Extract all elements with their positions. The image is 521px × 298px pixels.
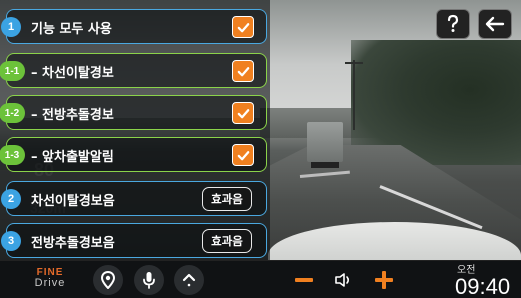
label-forward-collision-warning: – 전방추돌경보 bbox=[31, 108, 114, 123]
row-forward-collision-warning[interactable]: 1-2 – 전방추돌경보 bbox=[0, 95, 267, 130]
badge-1-3: 1-3 bbox=[0, 145, 25, 165]
row-front-car-departure-alert[interactable]: 1-3 – 앞차출발알림 bbox=[0, 137, 267, 172]
badge-1-1: 1-1 bbox=[0, 61, 25, 81]
badge-1-2: 1-2 bbox=[0, 103, 25, 123]
label-forward-collision-sound: 전방추돌경보음 bbox=[31, 236, 115, 251]
row-all-features[interactable]: 1 기능 모두 사용 bbox=[1, 9, 267, 44]
bottom-bar: FINE Drive 오전 09:40 bbox=[0, 260, 521, 298]
check-icon bbox=[237, 66, 249, 76]
fine-drive-logo: FINE Drive bbox=[34, 267, 66, 289]
checkbox-all-features[interactable] bbox=[232, 16, 254, 38]
speaker-icon bbox=[335, 273, 350, 287]
label-all-features: 기능 모두 사용 bbox=[31, 22, 112, 37]
volume-up-button[interactable] bbox=[373, 269, 395, 291]
row-lane-departure-warning[interactable]: 1-1 – 차선이탈경보 bbox=[0, 53, 267, 88]
back-arrow-icon bbox=[485, 16, 505, 32]
row-lane-departure-sound: 2 차선이탈경보음 효과음 bbox=[1, 181, 267, 216]
question-icon bbox=[447, 14, 459, 32]
volume-indicator bbox=[333, 269, 355, 291]
label-lane-departure-sound: 차선이탈경보음 bbox=[31, 194, 115, 209]
location-button[interactable] bbox=[93, 265, 123, 295]
back-button[interactable] bbox=[478, 9, 512, 39]
check-icon bbox=[237, 108, 249, 118]
plus-icon bbox=[375, 271, 393, 289]
chevron-up-icon bbox=[182, 273, 196, 287]
settings-panel: 1 기능 모두 사용 1-1 – 차선이탈경보 1-2 – 전방추돌경보 1-3… bbox=[0, 0, 270, 260]
effect-sound-button-collision[interactable]: 효과음 bbox=[202, 229, 252, 253]
expand-up-button[interactable] bbox=[174, 265, 204, 295]
checkbox-forward-collision-warning[interactable] bbox=[232, 102, 254, 124]
voice-button[interactable] bbox=[134, 265, 164, 295]
check-icon bbox=[237, 150, 249, 160]
volume-down-button[interactable] bbox=[293, 269, 315, 291]
clock-time: 09:40 bbox=[455, 274, 511, 298]
badge-2: 2 bbox=[1, 189, 21, 209]
help-button[interactable] bbox=[436, 9, 470, 39]
truck-ahead bbox=[307, 122, 343, 168]
label-front-car-departure-alert: – 앞차출발알림 bbox=[31, 150, 114, 165]
badge-1: 1 bbox=[1, 17, 21, 37]
badge-3: 3 bbox=[1, 231, 21, 251]
location-pin-icon bbox=[101, 271, 115, 289]
effect-sound-button-lane[interactable]: 효과음 bbox=[202, 187, 252, 211]
clock: 오전 09:40 bbox=[455, 261, 517, 298]
microphone-icon bbox=[143, 272, 155, 289]
label-lane-departure-warning: – 차선이탈경보 bbox=[31, 66, 114, 81]
minus-icon bbox=[295, 278, 313, 282]
check-icon bbox=[237, 22, 249, 32]
checkbox-front-car-departure-alert[interactable] bbox=[232, 144, 254, 166]
row-forward-collision-sound: 3 전방추돌경보음 효과음 bbox=[1, 223, 267, 258]
checkbox-lane-departure-warning[interactable] bbox=[232, 60, 254, 82]
